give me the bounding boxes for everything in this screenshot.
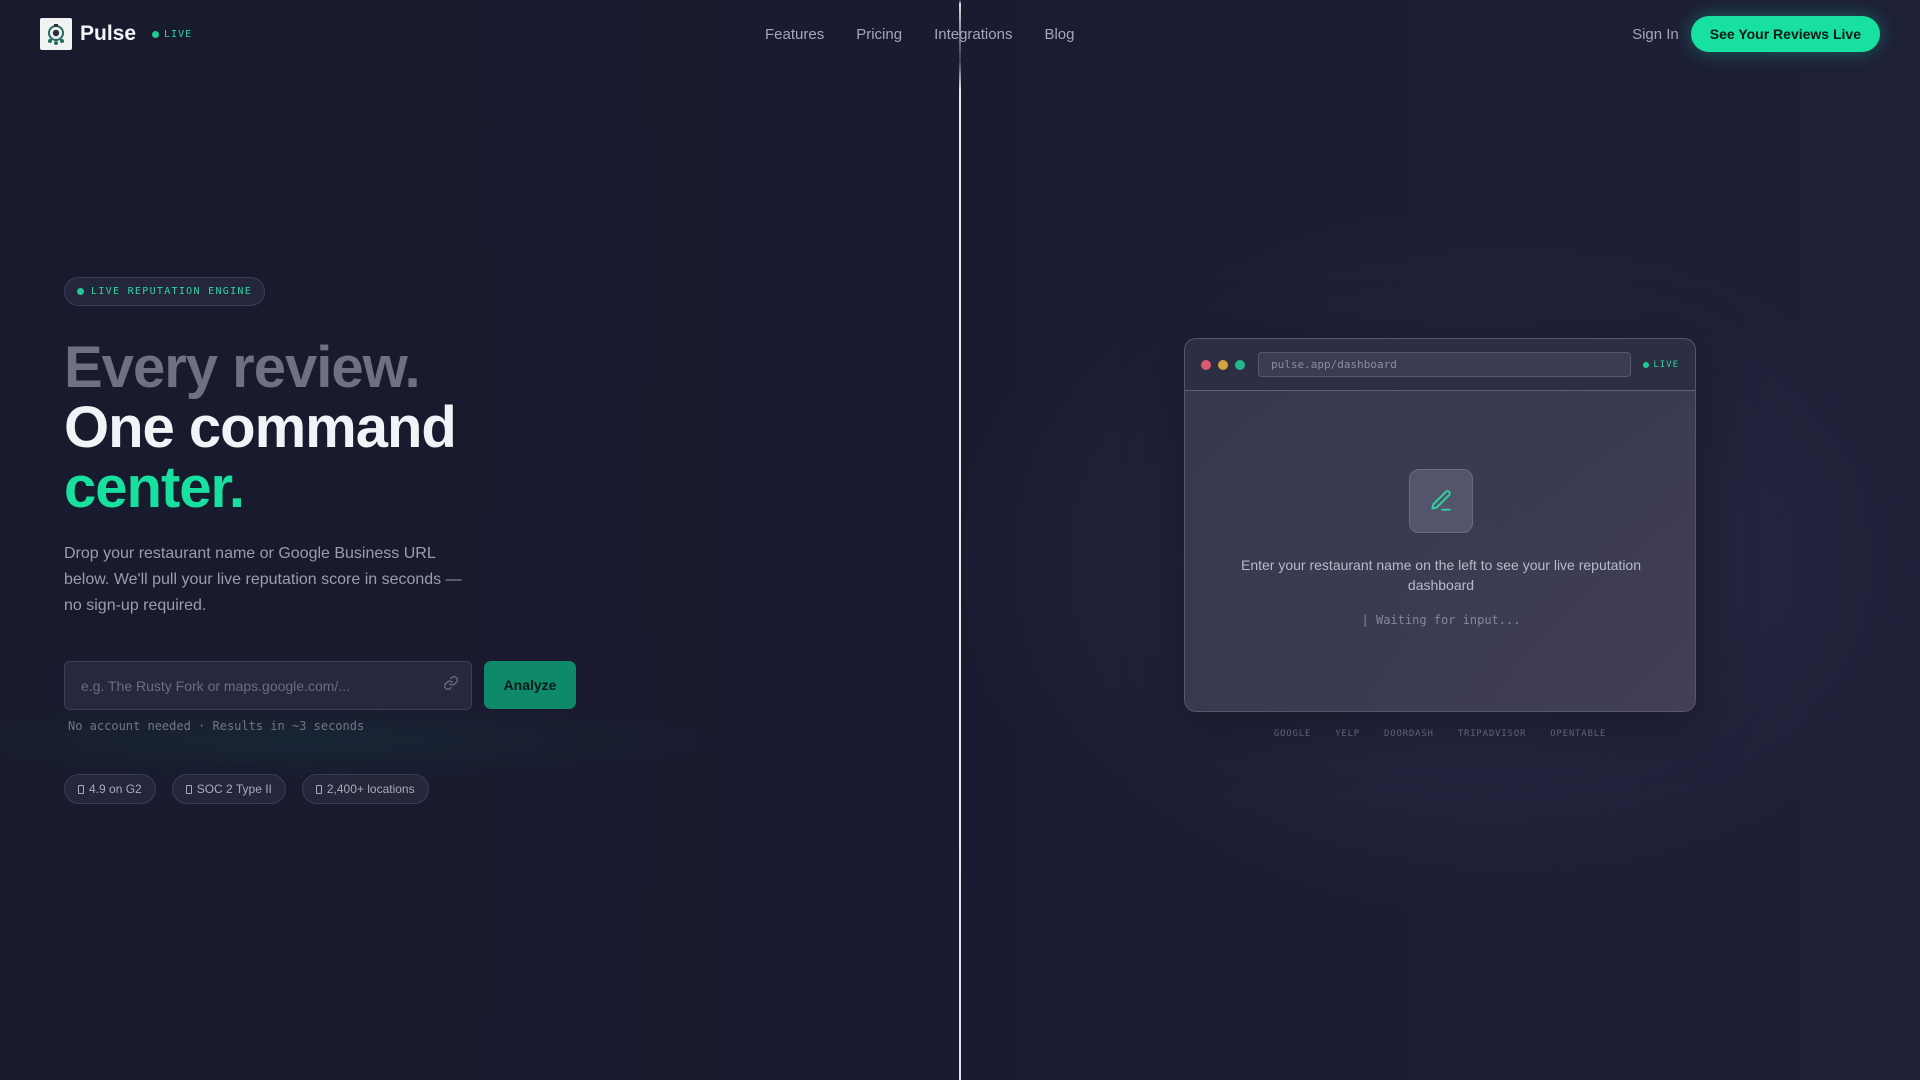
trust-badge-g2: 4.9 on G2	[64, 774, 156, 804]
pencil-edit-icon	[1409, 469, 1473, 533]
source-doordash: DOORDASH	[1384, 729, 1434, 739]
source-opentable: OPENTABLE	[1550, 729, 1607, 739]
nav-link-blog[interactable]: Blog	[1044, 26, 1074, 43]
source-google: GOOGLE	[1273, 729, 1312, 739]
minimize-dot-icon	[1218, 359, 1228, 370]
window-titlebar: pulse.app/dashboard LIVE	[1185, 339, 1695, 391]
preview-empty-state: Enter your restaurant name on the left t…	[1185, 391, 1695, 711]
sign-in-link[interactable]: Sign In	[1632, 26, 1679, 43]
analyze-button[interactable]: Analyze	[484, 661, 576, 709]
hero-subtitle: Drop your restaurant name or Google Busi…	[64, 545, 462, 614]
dashboard-preview-window: pulse.app/dashboard LIVE Enter your rest…	[1184, 338, 1696, 712]
live-status-badge: LIVE	[152, 29, 192, 40]
live-label: LIVE	[164, 28, 193, 40]
search-hint: No account needed · Results in ~3 second…	[68, 719, 365, 733]
link-icon	[443, 675, 459, 696]
top-nav: Pulse LIVE Features Pricing Integrations…	[0, 0, 1920, 68]
url-bar: pulse.app/dashboard	[1258, 352, 1632, 377]
trust-badge-label: 4.9 on G2	[89, 782, 142, 796]
badge-icon	[185, 784, 192, 794]
brand-name: Pulse	[80, 22, 137, 45]
close-dot-icon	[1201, 359, 1211, 370]
headline-line-1: Every review.	[64, 335, 421, 400]
nav-link-pricing[interactable]: Pricing	[856, 26, 902, 43]
source-tripadvisor: TRIPADVISOR	[1457, 729, 1527, 739]
see-reviews-live-button[interactable]: See Your Reviews Live	[1690, 16, 1880, 52]
hero-headline: Every review. One command center.	[64, 335, 457, 520]
brand[interactable]: Pulse LIVE	[40, 18, 192, 50]
headline-line-2: One command	[64, 395, 457, 460]
nav-links: Features Pricing Integrations Blog	[765, 0, 1074, 68]
badge-icon	[315, 784, 322, 794]
trust-badge-label: SOC 2 Type II	[196, 782, 272, 796]
trust-badge-label: 2,400+ locations	[326, 782, 415, 796]
live-dot-icon	[152, 30, 160, 38]
preview-live-label: LIVE	[1653, 359, 1679, 370]
trust-badge-locations: 2,400+ locations	[301, 774, 429, 804]
landing-page: Pulse LIVE Features Pricing Integrations…	[0, 0, 1920, 1080]
trust-badges: 4.9 on G2 SOC 2 Type II 2,400+ locations	[64, 774, 429, 804]
headline-line-3: center.	[64, 455, 245, 520]
source-yelp: YELP	[1335, 729, 1361, 739]
nav-link-features[interactable]: Features	[765, 26, 824, 43]
restaurant-search-input[interactable]	[81, 677, 443, 694]
badge-icon	[78, 784, 84, 794]
live-dot-icon	[1643, 361, 1650, 368]
maximize-dot-icon	[1235, 359, 1245, 370]
search-field[interactable]	[64, 661, 472, 710]
nav-link-integrations[interactable]: Integrations	[934, 26, 1012, 43]
trust-badge-soc2: SOC 2 Type II	[171, 774, 286, 804]
nav-actions: Sign In See Your Reviews Live	[1632, 0, 1880, 68]
window-controls	[1201, 359, 1245, 370]
eyebrow-badge: LIVE REPUTATION ENGINE	[64, 277, 266, 306]
empty-state-message: Enter your restaurant name on the left t…	[1241, 557, 1642, 593]
pulse-logo-icon	[40, 18, 72, 50]
eyebrow-dot-icon	[77, 288, 84, 295]
preview-live-badge: LIVE	[1643, 360, 1679, 370]
eyebrow-label: LIVE REPUTATION ENGINE	[91, 286, 253, 297]
split-divider	[959, 0, 961, 1080]
waiting-indicator: | Waiting for input...	[1361, 613, 1521, 627]
review-sources: GOOGLE YELP DOORDASH TRIPADVISOR OPENTAB…	[1184, 729, 1696, 739]
